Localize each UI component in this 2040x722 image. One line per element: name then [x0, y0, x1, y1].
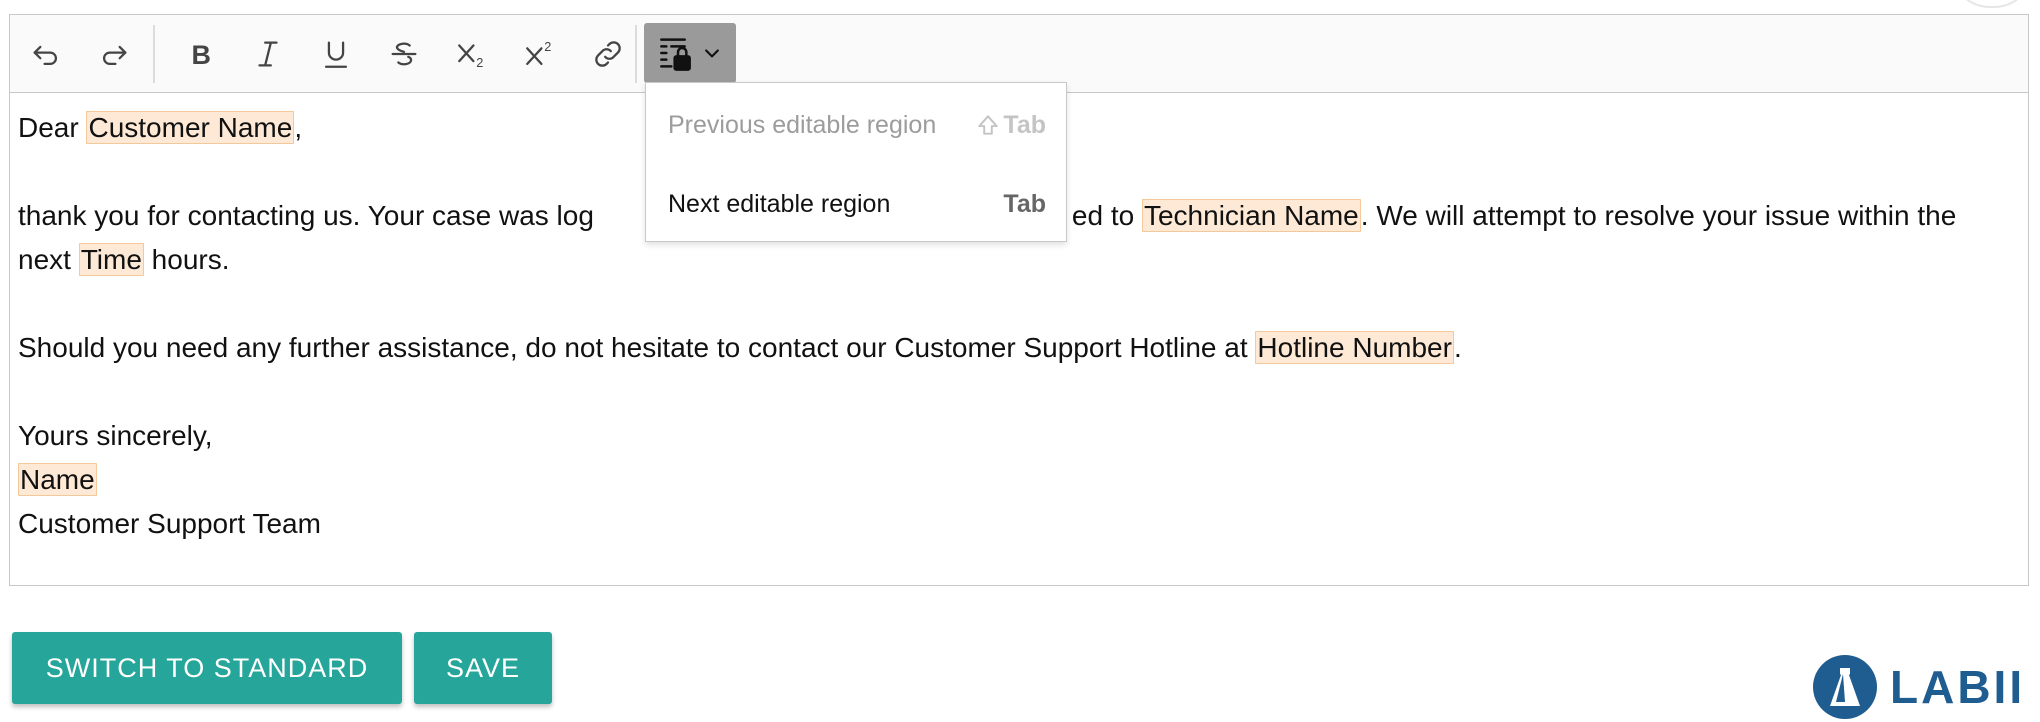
text: . We will attempt to resolve your issue …	[1360, 200, 1957, 231]
editable-field-hotline-number[interactable]: Hotline Number	[1255, 331, 1454, 364]
text: ed to	[1071, 200, 1142, 231]
toolbar-separator	[635, 25, 637, 83]
flask-logo-icon	[1813, 655, 1877, 719]
shift-icon	[978, 115, 999, 135]
editable-field-customer-name[interactable]: Customer Name	[86, 111, 295, 144]
chevron-down-icon	[705, 49, 719, 58]
toolbar-separator	[153, 25, 155, 83]
redo-icon	[103, 45, 127, 66]
labii-logo: LABII	[1812, 652, 2040, 722]
subscript-button[interactable]: 2	[446, 29, 498, 79]
editable-field-name[interactable]: Name	[18, 463, 97, 496]
key-label: Tab	[1003, 110, 1046, 139]
svg-text:2: 2	[544, 39, 551, 54]
undo-button[interactable]	[20, 29, 72, 79]
text: ,	[294, 112, 303, 143]
link-button[interactable]	[582, 29, 634, 79]
svg-text:B: B	[192, 40, 211, 70]
restricted-editing-lock-icon	[660, 38, 691, 71]
text: Dear	[18, 112, 87, 143]
menu-item-label: Next editable region	[668, 189, 891, 218]
editable-field-time[interactable]: Time	[78, 243, 144, 276]
underline-button[interactable]	[310, 29, 362, 79]
bold-icon: B	[192, 40, 211, 70]
keystroke: Tab	[975, 111, 1046, 140]
restricted-editing-menu: Previous editable region Tab Next editab…	[645, 82, 1067, 242]
text: .	[1453, 332, 1462, 363]
text: Should you need any further assistance, …	[18, 332, 1256, 363]
menu-item-label: Previous editable region	[668, 110, 937, 139]
corner-decoration	[1950, 0, 2034, 8]
superscript-button[interactable]: 2	[514, 29, 566, 79]
italic-icon	[258, 41, 278, 67]
undo-icon	[33, 45, 57, 66]
text: hours.	[143, 244, 230, 275]
save-button[interactable]: SAVE	[414, 632, 552, 704]
key-label: Tab	[1003, 189, 1046, 218]
subscript-icon: 2	[458, 44, 483, 70]
italic-button[interactable]	[242, 29, 294, 79]
text: next	[18, 244, 79, 275]
editable-field-technician-name[interactable]: Technician Name	[1141, 199, 1361, 232]
closing-line: Yours sincerely,	[18, 420, 213, 451]
menu-item-next-editable-region[interactable]: Next editable region Tab	[668, 184, 1046, 224]
strikethrough-button[interactable]	[378, 29, 430, 79]
signature-line: Name	[18, 458, 2008, 502]
restricted-editing-dropdown[interactable]	[644, 23, 736, 83]
keystroke: Tab	[1003, 190, 1046, 219]
superscript-icon: 2	[526, 39, 551, 66]
team-line: Customer Support Team	[18, 508, 321, 539]
svg-text:2: 2	[476, 55, 483, 70]
logo-text: LABII	[1890, 661, 2026, 713]
text: thank you for contacting us. Your case w…	[18, 200, 594, 231]
link-icon	[595, 41, 621, 67]
switch-to-standard-button[interactable]: SWITCH TO STANDARD	[12, 632, 402, 704]
assistance-paragraph: Should you need any further assistance, …	[18, 326, 2008, 370]
strikethrough-icon	[391, 42, 417, 66]
underline-icon	[324, 41, 348, 68]
bold-button[interactable]: B	[174, 29, 226, 79]
redo-button[interactable]	[88, 29, 140, 79]
menu-item-previous-editable-region[interactable]: Previous editable region Tab	[668, 105, 1046, 145]
